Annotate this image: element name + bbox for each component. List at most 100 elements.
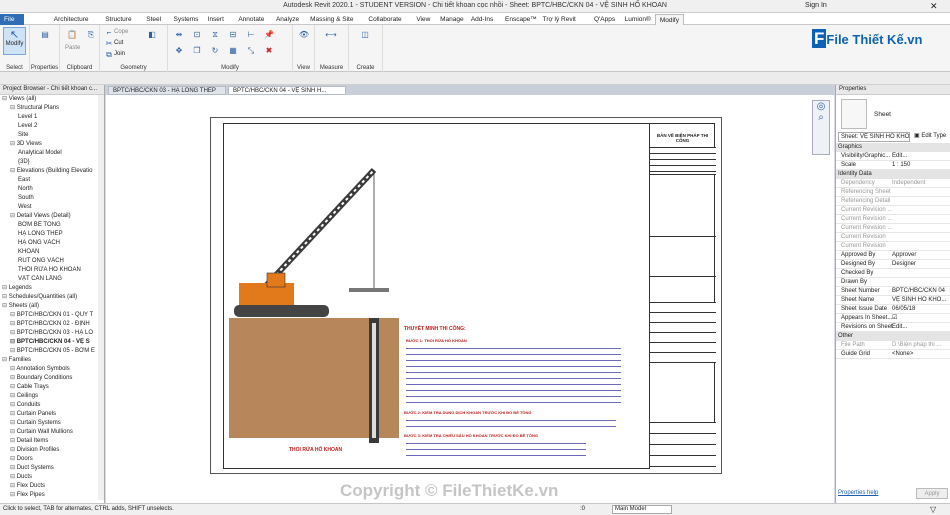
edit-type-button[interactable]: ▣ Edit Type bbox=[914, 132, 950, 142]
expand-icon[interactable]: ⊟ bbox=[10, 168, 17, 174]
array-icon[interactable]: ▦ bbox=[226, 45, 240, 57]
ribbon-tab-massing-site[interactable]: Massing & Site bbox=[306, 14, 357, 25]
property-row[interactable]: Current Revision ... bbox=[836, 215, 950, 224]
tree-item[interactable]: ⊟ Conduits bbox=[0, 401, 100, 410]
tree-item[interactable]: ⊟ Structural Plans bbox=[0, 104, 100, 113]
tree-item[interactable]: ⊟ BPTC/HBC/CKN 04 - VỆ S bbox=[0, 338, 100, 347]
tree-item[interactable]: Level 1 bbox=[0, 113, 100, 122]
tree-item[interactable]: ⊟ BPTC/HBC/CKN 05 - BƠM E bbox=[0, 347, 100, 356]
property-row[interactable]: Designed By Designer bbox=[836, 260, 950, 269]
property-row[interactable]: Guide Grid <None> bbox=[836, 350, 950, 359]
expand-icon[interactable]: ⊟ bbox=[2, 303, 9, 309]
trim-icon[interactable]: ⊢ bbox=[244, 29, 258, 41]
tree-item[interactable]: ⊟ Curtain Wall Mullions bbox=[0, 428, 100, 437]
expand-icon[interactable]: ⊟ bbox=[10, 483, 17, 489]
tree-item[interactable]: East bbox=[0, 176, 100, 185]
property-row[interactable]: Sheet Issue Date 06/05/18 bbox=[836, 305, 950, 314]
ribbon-tab-systems[interactable]: Systems bbox=[170, 14, 203, 25]
property-value[interactable]: Approver bbox=[892, 251, 950, 260]
tree-item[interactable]: ⊟ Ceilings bbox=[0, 392, 100, 401]
expand-icon[interactable]: ⊟ bbox=[10, 438, 17, 444]
ribbon-tab-collaborate[interactable]: Collaborate bbox=[364, 14, 405, 25]
tree-item[interactable]: ⊟ Flex Ducts bbox=[0, 482, 100, 491]
expand-icon[interactable]: ⊟ bbox=[10, 474, 17, 480]
expand-icon[interactable]: ⊟ bbox=[10, 465, 17, 471]
tree-item[interactable]: South bbox=[0, 194, 100, 203]
ribbon-tab-annotate[interactable]: Annotate bbox=[234, 14, 268, 25]
tree-item[interactable]: ⊟ Boundary Conditions bbox=[0, 374, 100, 383]
tree-item[interactable]: ⊟ Annotation Symbols bbox=[0, 365, 100, 374]
tree-item[interactable]: ⊟ Schedules/Quantities (all) bbox=[0, 293, 100, 302]
navigation-bar[interactable]: ◎ ⌕ bbox=[812, 100, 830, 155]
property-row[interactable]: Referencing Detail bbox=[836, 197, 950, 206]
expand-icon[interactable]: ⊟ bbox=[10, 429, 17, 435]
ribbon-tab-tr-l-revit[interactable]: Trợ lý Revit bbox=[539, 14, 580, 25]
tree-item[interactable]: ⊟ Flex Pipes bbox=[0, 491, 100, 500]
instance-selector[interactable]: Sheet: VỆ SINH HỐ KHO bbox=[838, 132, 910, 142]
tree-item[interactable]: ⊟ Division Profiles bbox=[0, 446, 100, 455]
delete-icon[interactable]: ✖ bbox=[262, 45, 276, 57]
scale-icon[interactable]: ⤡ bbox=[244, 45, 258, 57]
tree-item[interactable]: Site bbox=[0, 131, 100, 140]
tree-item[interactable]: ⊟ BPTC/HBC/CKN 03 - HẠ LỒ bbox=[0, 329, 100, 338]
property-value[interactable]: Independent bbox=[892, 179, 950, 188]
filter-icon[interactable]: ▽ bbox=[930, 505, 936, 514]
tree-item[interactable]: West bbox=[0, 203, 100, 212]
property-row[interactable]: Sheet Name VỆ SINH HỐ KHO... bbox=[836, 296, 950, 305]
tree-item[interactable]: Analytical Model bbox=[0, 149, 100, 158]
ribbon-tab-add-ins[interactable]: Add-Ins bbox=[467, 14, 497, 25]
property-row[interactable]: Dependency Independent bbox=[836, 179, 950, 188]
property-value[interactable]: Designer bbox=[892, 260, 950, 269]
expand-icon[interactable]: ⊟ bbox=[10, 492, 17, 498]
property-value[interactable]: Edit... bbox=[892, 152, 950, 161]
align-icon[interactable]: ⇹ bbox=[172, 29, 186, 41]
expand-icon[interactable]: ⊟ bbox=[2, 285, 9, 291]
paste-icon[interactable]: 📋 bbox=[65, 29, 79, 41]
copy-icon[interactable]: ⎘ bbox=[84, 29, 98, 41]
expand-icon[interactable]: ⊟ bbox=[10, 447, 17, 453]
move-icon[interactable]: ✥ bbox=[172, 45, 186, 57]
tree-item[interactable]: ⊟ Elevations (Building Elevatio bbox=[0, 167, 100, 176]
expand-icon[interactable]: ⊟ bbox=[2, 294, 9, 300]
tree-item[interactable]: HẠ ỐNG VÁCH bbox=[0, 239, 100, 248]
drawing-sheet[interactable]: BẢN VẼ BIỆN PHÁP THI CÔNG THỔI RỬA HỐ KH… bbox=[210, 117, 722, 474]
browser-scrollbar[interactable] bbox=[98, 95, 104, 500]
property-row[interactable]: Current Revision ... bbox=[836, 206, 950, 215]
close-window-icon[interactable]: ✕ bbox=[930, 1, 938, 12]
property-row[interactable]: Checked By bbox=[836, 269, 950, 278]
tree-item[interactable]: HẠ LỒNG THÉP bbox=[0, 230, 100, 239]
paste-button[interactable]: Paste bbox=[65, 43, 80, 53]
create-icon[interactable]: ◫ bbox=[358, 29, 372, 41]
tree-item[interactable]: VẬT CẢN LẮNG bbox=[0, 275, 100, 284]
property-row[interactable]: File Path D:\Biện pháp thi ... bbox=[836, 341, 950, 350]
offset-icon[interactable]: ⊡ bbox=[190, 29, 204, 41]
wall-joins-icon[interactable]: ◧ bbox=[145, 29, 159, 41]
property-value[interactable]: D:\Biện pháp thi ... bbox=[892, 341, 950, 350]
ribbon-tab-architecture[interactable]: Architecture bbox=[50, 14, 93, 25]
expand-icon[interactable]: ⊟ bbox=[10, 213, 17, 219]
property-value[interactable]: Edit... bbox=[892, 323, 950, 332]
ribbon-tab-manage[interactable]: Manage bbox=[436, 14, 468, 25]
property-value[interactable]: BPTC/HBC/CKN 04 bbox=[892, 287, 950, 296]
steering-wheel-icon[interactable]: ◎ bbox=[813, 101, 829, 112]
property-value[interactable]: 1 : 150 bbox=[892, 161, 950, 170]
tree-item[interactable]: North bbox=[0, 185, 100, 194]
expand-icon[interactable]: ⊟ bbox=[10, 105, 17, 111]
property-row[interactable]: Current Revision ... bbox=[836, 224, 950, 233]
tree-item[interactable]: ⊟ Doors bbox=[0, 455, 100, 464]
expand-icon[interactable]: ⊟ bbox=[10, 402, 17, 408]
select-label[interactable]: Select bbox=[0, 65, 29, 71]
expand-icon[interactable]: ⊟ bbox=[10, 393, 17, 399]
tree-item[interactable]: ⊟ Sheets (all) bbox=[0, 302, 100, 311]
expand-icon[interactable]: ⊟ bbox=[10, 420, 17, 426]
expand-icon[interactable]: ⊟ bbox=[10, 348, 17, 354]
properties-help-link[interactable]: Properties help bbox=[838, 490, 878, 496]
property-row[interactable]: Referencing Sheet bbox=[836, 188, 950, 197]
property-row[interactable]: Appears In Sheet... ☑ bbox=[836, 314, 950, 323]
cope-button[interactable]: Cope bbox=[114, 27, 128, 37]
property-row[interactable]: Revisions on Sheet Edit... bbox=[836, 323, 950, 332]
tree-item[interactable]: ⊟ Detail Items bbox=[0, 437, 100, 446]
expand-icon[interactable]: ⊟ bbox=[10, 411, 17, 417]
sign-in-link[interactable]: Sign In bbox=[805, 2, 827, 9]
property-section[interactable]: Other bbox=[836, 332, 950, 341]
